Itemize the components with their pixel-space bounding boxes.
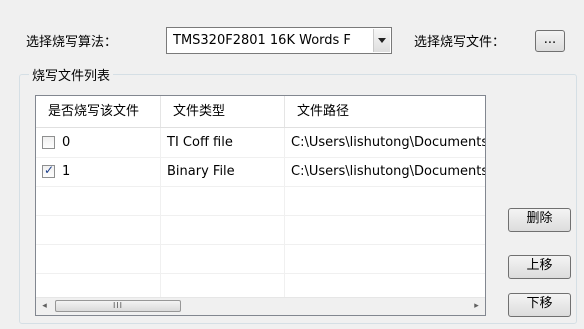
file-select-label: 选择烧写文件：: [414, 35, 506, 50]
table-row[interactable]: 0 TI Coff file C:\Users\lishutong\Docume…: [36, 128, 485, 158]
column-header-type[interactable]: 文件类型: [161, 96, 285, 127]
chevron-down-icon: [378, 38, 386, 43]
algorithm-selected-value: TMS320F2801 16K Words F: [173, 33, 351, 48]
burn-checkbox[interactable]: [42, 136, 55, 149]
grid-line: [284, 186, 285, 299]
grid-line: [160, 186, 161, 299]
move-up-button[interactable]: 上移: [508, 255, 571, 279]
row-index: 0: [62, 135, 71, 150]
scrollbar-thumb[interactable]: III: [55, 300, 181, 312]
table-header: 是否烧写该文件 文件类型 文件路径: [36, 96, 485, 128]
algorithm-dropdown-button[interactable]: [373, 29, 390, 52]
file-type-cell: TI Coff file: [161, 128, 285, 157]
algorithm-select[interactable]: TMS320F2801 16K Words F: [166, 27, 392, 54]
burn-cell: 0: [36, 128, 161, 157]
burn-checkbox[interactable]: ✓: [42, 163, 55, 178]
column-header-path[interactable]: 文件路径: [285, 96, 485, 127]
scroll-left-icon[interactable]: ◂: [36, 298, 53, 315]
scroll-right-icon[interactable]: ▸: [468, 298, 485, 315]
burn-cell: ✓ 1: [36, 157, 161, 186]
empty-row: [36, 244, 485, 274]
horizontal-scrollbar[interactable]: ◂ III ▸: [36, 297, 485, 315]
column-header-burn[interactable]: 是否烧写该文件: [36, 96, 161, 127]
table-row[interactable]: ✓ 1 Binary File C:\Users\lishutong\Docum…: [36, 157, 485, 187]
file-path-cell: C:\Users\lishutong\Documents: [291, 135, 485, 150]
file-list-table[interactable]: 是否烧写该文件 文件类型 文件路径 0 TI Coff file C:\User…: [35, 95, 486, 316]
file-type-cell: Binary File: [161, 157, 285, 186]
file-path-cell: C:\Users\lishutong\Documents: [291, 164, 485, 179]
checkmark-icon: ✓: [44, 163, 55, 177]
browse-file-button[interactable]: ...: [535, 30, 565, 52]
algorithm-label: 选择烧写算法：: [26, 35, 118, 50]
row-index: 1: [62, 164, 71, 179]
group-title: 烧写文件列表: [29, 65, 114, 84]
move-down-button[interactable]: 下移: [508, 293, 571, 317]
empty-row: [36, 215, 485, 245]
empty-row: [36, 186, 485, 216]
delete-button[interactable]: 删除: [508, 208, 571, 232]
